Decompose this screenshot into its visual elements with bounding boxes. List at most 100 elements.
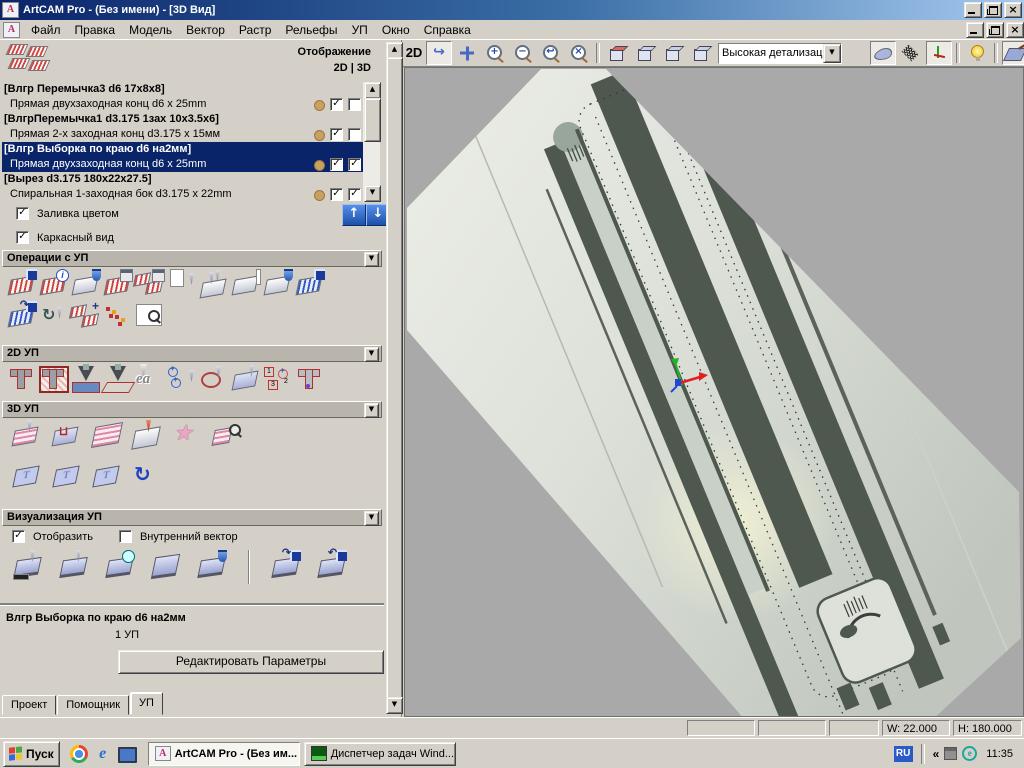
isometric-view-button[interactable] xyxy=(604,41,630,65)
inlay-wizard-icon[interactable] xyxy=(198,364,230,394)
fill-color-checkbox[interactable] xyxy=(16,207,29,220)
artcam-app-icon[interactable] xyxy=(2,2,19,18)
toolpath-group-row[interactable]: [Вырез d3.175 180x22x27.5] xyxy=(2,172,364,187)
start-button[interactable]: Пуск xyxy=(3,741,60,767)
show-3d-checkbox[interactable] xyxy=(348,188,361,201)
machine-relief-icon[interactable] xyxy=(10,420,42,450)
show-desktop-icon[interactable] xyxy=(118,747,137,763)
detail-level-dropdown[interactable]: Высокая детализация xyxy=(718,43,842,64)
show-3d-checkbox[interactable] xyxy=(348,158,361,171)
menu-edit[interactable]: Правка xyxy=(68,21,123,39)
list-scrollbar[interactable] xyxy=(363,82,380,202)
move-up-button[interactable] xyxy=(342,204,366,226)
toolpath-template-icon[interactable] xyxy=(230,364,262,394)
pan-view-button[interactable] xyxy=(454,41,480,65)
load-toolpath-template-icon[interactable] xyxy=(6,301,38,331)
tab-assistant[interactable]: Помощник xyxy=(57,695,129,715)
close-button[interactable] xyxy=(1004,2,1022,18)
preview-template-icon[interactable] xyxy=(134,301,166,331)
switch-2d-button[interactable]: 2D xyxy=(403,42,425,64)
simulation-preview-icon[interactable] xyxy=(210,420,242,450)
save-toolpath-icon[interactable] xyxy=(6,269,38,299)
paint-relief-button[interactable] xyxy=(1002,41,1024,65)
scroll-up-icon[interactable] xyxy=(364,82,381,99)
viewport-3d[interactable] xyxy=(404,67,1024,717)
internet-explorer-icon[interactable] xyxy=(94,745,112,763)
show-axes-button[interactable] xyxy=(926,41,952,65)
title-bar[interactable]: ArtCAM Pro - (Без имени) - [3D Вид] xyxy=(0,0,1024,20)
save-block-icon[interactable] xyxy=(270,550,302,580)
menu-vector[interactable]: Вектор xyxy=(179,21,232,39)
toolpath-row[interactable]: Прямая 2-х заходная конц d3.175 x 15мм xyxy=(2,127,364,142)
refresh-simulation-icon[interactable] xyxy=(130,460,162,490)
tile-toolpath-2-icon[interactable] xyxy=(50,460,82,490)
taskbar-task-taskmanager[interactable]: Диспетчер задач Wind... xyxy=(304,742,456,766)
interactive-machining-icon[interactable] xyxy=(170,420,202,450)
show-2d-checkbox[interactable] xyxy=(330,158,343,171)
collapse-icon[interactable] xyxy=(364,511,379,526)
collapse-icon[interactable] xyxy=(364,347,379,362)
shaded-view-button[interactable] xyxy=(870,41,896,65)
scroll-down-icon[interactable] xyxy=(386,697,403,714)
tile-toolpath-3-icon[interactable] xyxy=(90,460,122,490)
block-model-icon[interactable] xyxy=(230,269,262,299)
scrollbar-thumb[interactable] xyxy=(364,98,381,142)
menu-help[interactable]: Справка xyxy=(417,21,478,39)
spiral-simulate-icon[interactable] xyxy=(38,301,70,331)
section-ops-header[interactable]: Операции с УП xyxy=(2,250,382,267)
language-indicator[interactable]: RU xyxy=(894,746,913,762)
panel-scrollbar[interactable] xyxy=(386,42,402,714)
vbit-carving-icon[interactable] xyxy=(70,364,102,394)
front-view-button[interactable] xyxy=(632,41,658,65)
menu-reliefs[interactable]: Рельефы xyxy=(278,21,344,39)
batch-calculate-icon[interactable] xyxy=(134,269,166,299)
bridges-icon[interactable] xyxy=(294,364,326,394)
save-toolpath-as-relief-icon[interactable] xyxy=(294,269,326,299)
chrome-icon[interactable] xyxy=(70,745,88,763)
toolpath-row[interactable]: Прямая двухзаходная конц d6 x 25mm xyxy=(2,97,364,112)
quick-simulate-icon[interactable] xyxy=(104,550,136,580)
wireframe-mesh-button[interactable] xyxy=(898,41,924,65)
document-icon[interactable] xyxy=(3,22,20,38)
taskbar-task-artcam[interactable]: ArtCAM Pro - (Без им... xyxy=(148,742,300,766)
zoom-previous-button[interactable]: ↩ xyxy=(538,41,564,65)
copy-toolpath-icon[interactable] xyxy=(70,301,102,331)
area-clearance-icon[interactable] xyxy=(38,364,70,394)
machining-order-icon[interactable]: 132 xyxy=(262,364,294,394)
show-2d-checkbox[interactable] xyxy=(330,188,343,201)
collapse-icon[interactable] xyxy=(364,252,379,267)
doc-close-button[interactable] xyxy=(1006,22,1024,38)
top-view-button[interactable] xyxy=(688,41,714,65)
restore-button[interactable] xyxy=(984,2,1002,18)
section-viz-header[interactable]: Визуализация УП xyxy=(2,509,382,526)
collapse-tray-icon[interactable]: « xyxy=(933,747,940,761)
zoom-in-button[interactable]: + xyxy=(482,41,508,65)
simulate-toolpath-block-icon[interactable] xyxy=(12,550,44,580)
section-3d-header[interactable]: 3D УП xyxy=(2,401,382,418)
lighting-button[interactable] xyxy=(964,41,990,65)
simulate-toolpath-icon[interactable] xyxy=(58,550,90,580)
delete-toolpath-icon[interactable] xyxy=(70,269,102,299)
scrollbar-thumb[interactable] xyxy=(386,57,403,699)
chevron-down-icon[interactable] xyxy=(823,44,841,63)
doc-restore-button[interactable] xyxy=(986,22,1004,38)
tray-app-icon[interactable] xyxy=(944,747,957,760)
delete-block-sim-icon[interactable] xyxy=(196,550,228,580)
show-2d-checkbox[interactable] xyxy=(330,98,343,111)
collapse-icon[interactable] xyxy=(364,403,379,418)
toolpath-nesting-icon[interactable] xyxy=(102,301,134,331)
tile-toolpath-1-icon[interactable] xyxy=(10,460,42,490)
tab-project[interactable]: Проект xyxy=(2,695,56,715)
doc-minimize-button[interactable] xyxy=(966,22,984,38)
show-3d-checkbox[interactable] xyxy=(348,98,361,111)
menu-raster[interactable]: Растр xyxy=(232,21,278,39)
section-2d-header[interactable]: 2D УП xyxy=(2,345,382,362)
zoom-extents-button[interactable]: × xyxy=(566,41,592,65)
zoom-out-button[interactable]: − xyxy=(510,41,536,65)
toolpath-notes-icon[interactable] xyxy=(166,269,198,299)
minimize-button[interactable] xyxy=(964,2,982,18)
toolpath-row[interactable]: Спиральная 1-заходная бок d3.175 x 22mm xyxy=(2,187,364,202)
toolpath-group-row-selected[interactable]: [Влгр Выборка по краю d6 на2мм] xyxy=(2,142,364,157)
material-setup-icon[interactable] xyxy=(198,269,230,299)
toolpath-group-row[interactable]: [ВлгрПеремычка1 d3.175 1зах 10x3.5x6] xyxy=(2,112,364,127)
